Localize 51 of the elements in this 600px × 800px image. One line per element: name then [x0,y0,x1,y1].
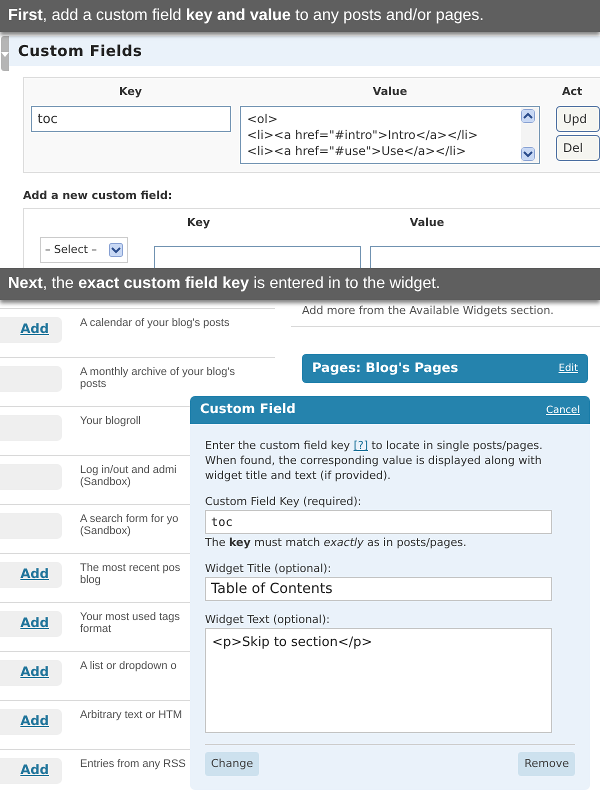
panel-heading: Custom Fields [9,36,600,66]
widget-description: Entries from any RSS [80,758,186,770]
dialog-intro: Enter the custom field key [?] to locate in single posts/pages. When found, the corresponding value is displayed along with widget title and text (if provided). [205,438,544,483]
help-link[interactable]: [?] [354,439,368,452]
add-link[interactable]: Add [20,614,49,634]
dropdown-icon[interactable] [109,243,123,257]
available-note: Add more from the Available Widgets section. [291,303,600,327]
widget-description: Arbitrary text or HTM [80,709,182,721]
column-header: Value [410,215,444,231]
field-hint: The key must match exactly as in posts/pages. [205,536,468,550]
add-link[interactable]: Add [20,663,49,683]
column-header: Key [119,84,142,100]
dialog-title: Custom Field [200,401,296,420]
key-select[interactable]: – Select – [40,237,128,263]
widget-description: A search form for yo (Sandbox) [80,513,178,537]
add-link[interactable]: Add [20,761,49,781]
add-link[interactable]: Add [20,320,49,340]
column-header: Key [187,215,210,231]
action-button[interactable]: Del [556,135,600,161]
change-button[interactable]: Change [205,752,260,776]
text-field[interactable]: toc [205,510,552,534]
widget-description: Log in/out and admi (Sandbox) [80,464,177,488]
widget-title: Pages: Blog's Pages [312,360,458,378]
field-label: Widget Title (optional): [205,562,332,576]
text-area[interactable]: <p>Skip to section</p> [205,628,552,733]
remove-button[interactable]: Remove [518,752,575,776]
widget-description: A calendar of your blog's posts [80,317,230,329]
widget-description: A monthly archive of your blog's posts [80,366,235,390]
add-link[interactable]: Add [20,712,49,732]
text-field[interactable]: Table of Contents [205,577,552,601]
widget-description: Your blogroll [80,415,141,427]
new-value-input[interactable] [370,246,600,268]
caption-text: Next, the exact custom field key is entered in to the widget. [8,274,440,294]
column-header: Value [372,84,408,100]
scroll-up-icon[interactable] [521,109,535,123]
widget-description: Your most used tags format [80,611,180,635]
add-link[interactable]: Add [20,565,49,585]
action-button[interactable]: Upd [556,106,600,132]
field-label: Custom Field Key (required): [205,495,362,509]
cancel-link[interactable]: Cancel [546,402,580,418]
widget-description: The most recent pos blog [80,562,180,586]
value-textarea[interactable]: <ol> <li><a href="#intro">Intro</a></li> <li><a href="#use">Use</a></li> [240,106,540,164]
field-label: Widget Text (optional): [205,613,331,627]
new-key-input[interactable] [154,246,361,268]
column-header: Act [561,84,582,100]
section-label: Add a new custom field: [23,188,174,204]
key-input[interactable]: toc [30,106,230,132]
caption-text: First, add a custom field key and value to any posts and/or pages. [8,6,484,26]
edit-link[interactable]: Edit [558,361,578,376]
scroll-down-icon[interactable] [521,147,535,161]
widget-description: A list or dropdown o [80,660,177,672]
